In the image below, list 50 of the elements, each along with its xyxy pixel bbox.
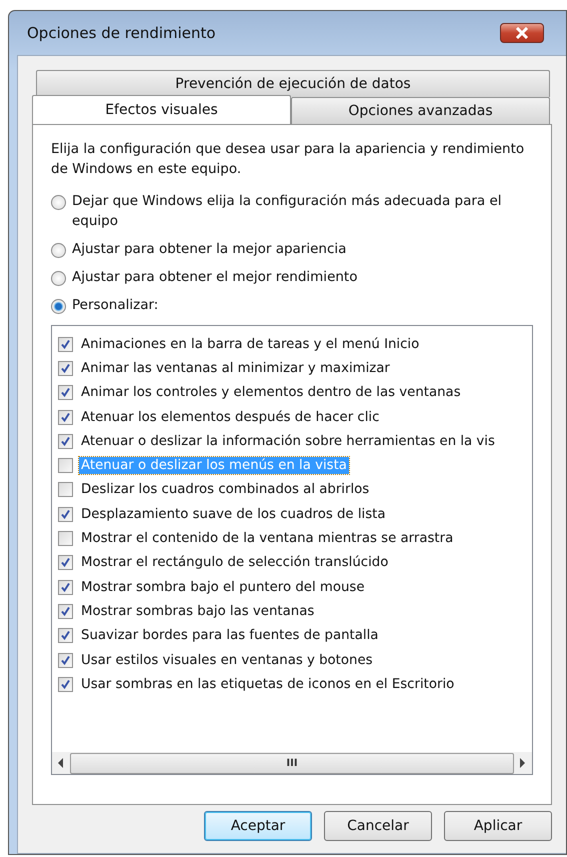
list-item[interactable]: Animar los controles y elementos dentro de las ventanas — [79, 384, 463, 402]
checkbox[interactable] — [58, 434, 73, 449]
list-item[interactable]: Mostrar sombra bajo el puntero del mouse — [79, 578, 366, 596]
checkbox[interactable] — [58, 531, 73, 546]
list-item[interactable]: Atenuar o deslizar la información sobre herramientas en la vis — [79, 432, 497, 450]
list-item[interactable]: Usar sombras en las etiquetas de iconos en el Escritorio — [79, 676, 456, 693]
list-item[interactable]: Animaciones en la barra de tareas y el menú Inicio — [79, 336, 422, 353]
grip-text: III — [286, 758, 298, 768]
checkbox[interactable] — [58, 628, 73, 644]
tab[interactable]: Opciones avanzadas — [291, 97, 550, 124]
list-item[interactable]: Deslizar los cuadros combinados al abrirlos — [79, 481, 372, 498]
close-button[interactable] — [500, 23, 544, 43]
option-label: Personalizar: — [72, 296, 158, 315]
radio-button[interactable] — [51, 271, 66, 286]
checkbox[interactable] — [58, 482, 73, 498]
tab[interactable]: Efectos visuales — [32, 95, 291, 124]
list-item[interactable]: Mostrar el contenido de la ventana mientras se arrastra — [79, 530, 456, 548]
checkbox[interactable] — [58, 336, 73, 352]
checkbox[interactable] — [58, 555, 73, 570]
checkbox[interactable] — [58, 604, 73, 619]
tab[interactable]: Prevención de ejecución de datos — [36, 70, 550, 97]
right-arrow-icon[interactable] — [520, 758, 526, 768]
list-item[interactable]: Suavizar bordes para las fuentes de pantalla — [79, 627, 380, 644]
option-label: Ajustar para obtener la mejor apariencia — [72, 240, 346, 259]
dialog-button[interactable]: Aceptar — [204, 811, 312, 841]
checkbox[interactable] — [58, 676, 73, 692]
checkbox[interactable] — [58, 580, 73, 595]
radio-button[interactable] — [51, 299, 66, 314]
list-item[interactable]: Mostrar el rectángulo de selección translúcido — [79, 554, 390, 572]
checkbox[interactable] — [58, 385, 73, 400]
window-title: Opciones de rendimiento — [26, 24, 216, 42]
dialog-button[interactable]: Aplicar — [444, 811, 552, 841]
list-item[interactable]: Animar las ventanas al minimizar y maximizar — [79, 360, 392, 377]
dialog-button[interactable]: Cancelar — [324, 811, 432, 841]
checkbox[interactable] — [58, 506, 73, 522]
list-item[interactable]: Atenuar los elementos después de hacer clic — [79, 408, 382, 426]
option-label: Dejar que Windows elija la configuración más adecuada para el equipo — [72, 192, 503, 231]
checkbox[interactable] — [58, 652, 73, 668]
left-arrow-icon[interactable] — [58, 758, 64, 768]
radio-button[interactable] — [51, 243, 66, 258]
option-label: Ajustar para obtener el mejor rendimiento — [72, 268, 358, 287]
list-item[interactable]: Desplazamiento suave de los cuadros de lista — [79, 506, 388, 523]
checkbox[interactable] — [58, 410, 73, 425]
checkbox[interactable] — [58, 458, 73, 474]
radio-button[interactable] — [51, 195, 66, 210]
list-item[interactable]: Usar estilos visuales en ventanas y botones — [79, 652, 375, 668]
checkbox[interactable] — [58, 360, 73, 376]
close-icon — [515, 27, 529, 39]
description-text: Elija la configuración que desea usar para la apariencia y rendimiento de Windows en este equipo. — [51, 140, 526, 179]
list-item[interactable]: Mostrar sombras bajo las ventanas — [79, 602, 316, 620]
